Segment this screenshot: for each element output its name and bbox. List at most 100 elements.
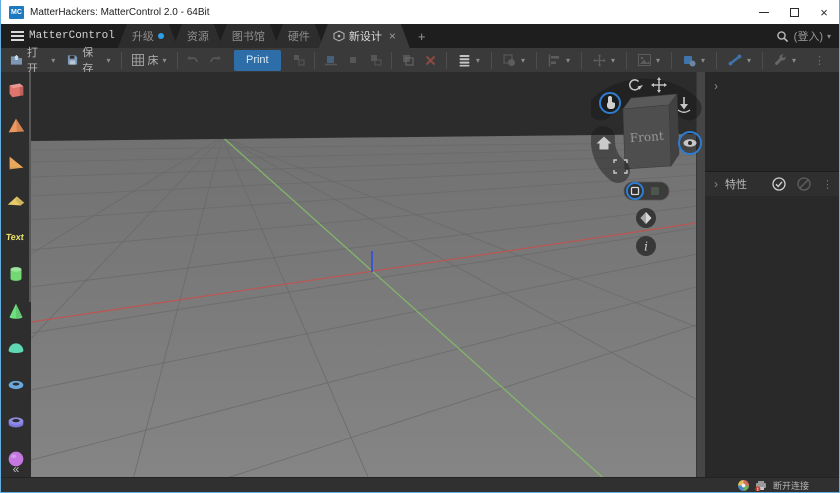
delete-button[interactable]: [420, 48, 441, 72]
sync-colors-icon: [737, 479, 749, 491]
ring-shape-icon: [8, 417, 24, 428]
viewport-3d[interactable]: Front i: [31, 72, 702, 477]
expand-chevron-icon[interactable]: ›: [714, 177, 718, 191]
properties-body: [705, 196, 839, 477]
redo-icon: [210, 55, 222, 62]
tab-label: 硬件: [287, 31, 310, 43]
primitive-cube-button[interactable]: [4, 77, 28, 101]
design-apps-icon: [684, 55, 696, 66]
tab-library[interactable]: 图书馆: [218, 24, 279, 48]
view-cube[interactable]: Front: [622, 93, 680, 170]
primitive-cone-button[interactable]: [4, 299, 28, 323]
new-tab-button[interactable]: +: [410, 24, 434, 48]
tools-menu-button[interactable]: ▾: [768, 48, 802, 72]
status-bar: 断开连接: [1, 477, 839, 492]
chevron-down-icon: ▾: [610, 55, 615, 65]
subtract-menu-button[interactable]: ▾: [497, 48, 531, 72]
maximize-icon: [789, 7, 799, 17]
sign-in-button[interactable]: (登入) ▾: [794, 24, 839, 48]
minimize-button[interactable]: [749, 0, 779, 24]
align-menu-button[interactable]: ▾: [542, 48, 576, 72]
half-wedge-shape-icon: [7, 196, 25, 206]
app-window: MC MatterHackers: MatterControl 2.0 - 64…: [0, 0, 840, 493]
shade-mode-button[interactable]: [636, 208, 656, 228]
view-cube-front-label: Front: [629, 129, 664, 145]
info-button[interactable]: i: [636, 236, 656, 256]
window-title: MatterHackers: MatterControl 2.0 - 64Bit: [30, 6, 210, 18]
tab-new-design[interactable]: 新设计 ×: [319, 24, 410, 48]
maximize-button[interactable]: [779, 0, 809, 24]
main-menu-button[interactable]: [1, 24, 27, 48]
perspective-toggle-button[interactable]: [678, 131, 702, 155]
connection-status[interactable]: 断开连接: [773, 479, 809, 492]
open-button[interactable]: 打开 ▾: [5, 47, 60, 75]
close-tab-button[interactable]: ×: [389, 29, 396, 43]
group-button[interactable]: [289, 48, 310, 72]
primitive-text-button[interactable]: Text: [4, 225, 28, 249]
tab-label: 升级: [131, 31, 154, 43]
arrange-icon: [593, 54, 606, 66]
primitives-sidebar: Text «: [1, 72, 31, 477]
primitive-half-wedge-button[interactable]: [4, 188, 28, 212]
chevron-down-icon: ▾: [792, 55, 797, 65]
combine-menu-button[interactable]: ▾: [452, 48, 486, 72]
chevron-down-icon: ▾: [475, 55, 480, 65]
chevron-down-icon: ▾: [520, 55, 525, 65]
close-button[interactable]: ×: [809, 0, 839, 24]
tab-upgrade[interactable]: 升级: [118, 24, 178, 48]
bed-visibility-toggle[interactable]: [623, 181, 670, 201]
expand-chevron-icon[interactable]: ›: [714, 79, 718, 93]
delete-x-icon: [425, 55, 436, 65]
lay-flat-button[interactable]: [320, 48, 341, 72]
design-apps-menu-button[interactable]: ▾: [677, 48, 711, 72]
title-bar: MC MatterHackers: MatterControl 2.0 - 64…: [1, 0, 839, 24]
print-button[interactable]: Print: [233, 49, 281, 71]
align-button[interactable]: [366, 48, 387, 72]
undo-icon: [187, 55, 199, 62]
primitive-cylinder-button[interactable]: [4, 262, 28, 286]
tab-bar: MatterControl 升级 资源 图书馆 硬件 新设计 × + (登入) …: [1, 24, 839, 48]
save-button[interactable]: 保存 ▾: [62, 47, 115, 75]
chevron-down-icon: ▾: [106, 55, 111, 65]
duplicate-icon: [402, 55, 414, 66]
properties-title: 特性: [725, 179, 747, 191]
wrench-icon: [775, 53, 786, 65]
primitive-torus-button[interactable]: [4, 373, 28, 397]
design-cube-icon: [333, 30, 345, 42]
chevron-down-icon: ▾: [747, 55, 752, 65]
cube-shape-icon: [9, 83, 24, 98]
minimize-icon: [759, 11, 769, 13]
bed-grid-icon: [131, 54, 144, 66]
redo-button[interactable]: [205, 48, 226, 72]
wedge-shape-icon: [9, 156, 24, 170]
apply-check-button[interactable]: [772, 177, 786, 191]
arrange-menu-button[interactable]: ▾: [587, 48, 621, 72]
connect-menu-button[interactable]: ▾: [722, 48, 757, 72]
bed-menu-button[interactable]: 床 ▾: [127, 48, 172, 72]
toolbar-overflow-button[interactable]: ⋮: [804, 54, 835, 67]
primitive-half-sphere-button[interactable]: [4, 336, 28, 360]
collapse-sidebar-button[interactable]: «: [1, 462, 31, 476]
svg-text:i: i: [644, 240, 648, 254]
make-support-button[interactable]: [343, 48, 364, 72]
touch-mode-button[interactable]: [599, 92, 621, 114]
primitive-wedge-button[interactable]: [4, 151, 28, 175]
primitive-ring-button[interactable]: [4, 410, 28, 434]
properties-overflow-button[interactable]: ⋮: [822, 178, 833, 191]
cancel-slash-button[interactable]: [797, 177, 811, 191]
tab-resources[interactable]: 资源: [173, 24, 223, 48]
undo-button[interactable]: [183, 48, 204, 72]
primitive-pyramid-button[interactable]: [4, 114, 28, 138]
chevron-down-icon: ▾: [701, 55, 706, 65]
image-menu-button[interactable]: ▾: [632, 48, 666, 72]
tab-hardware[interactable]: 硬件: [274, 24, 324, 48]
search-button[interactable]: [772, 24, 794, 48]
save-icon: [68, 55, 78, 65]
duplicate-button[interactable]: [397, 48, 418, 72]
tab-label: 资源: [186, 31, 209, 43]
properties-header: › 特性 ⋮: [705, 172, 839, 196]
text-shape-icon: Text: [5, 232, 24, 242]
tab-label: 图书馆: [231, 31, 265, 43]
chevron-down-icon: ▾: [826, 31, 831, 41]
align-left-icon: [548, 54, 559, 66]
